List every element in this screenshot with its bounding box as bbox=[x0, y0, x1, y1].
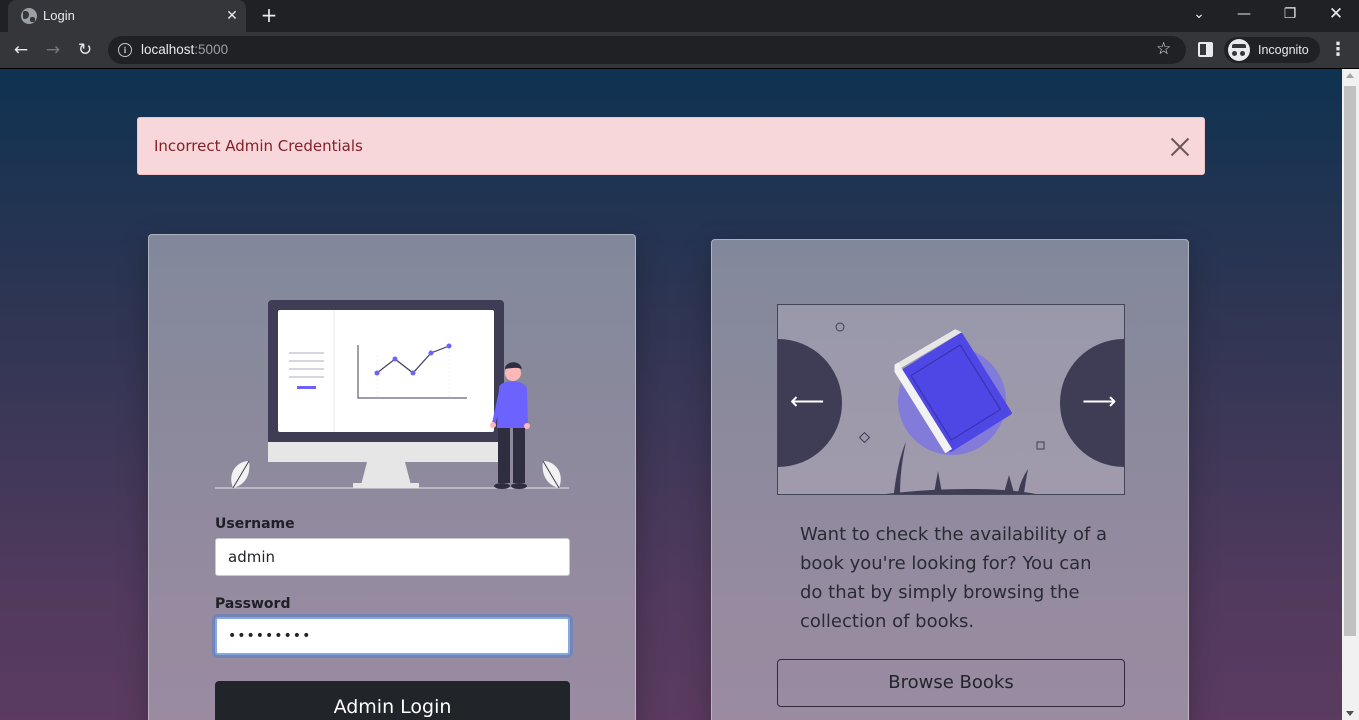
forward-icon[interactable]: → bbox=[39, 37, 67, 63]
browse-books-button[interactable]: Browse Books bbox=[777, 659, 1125, 707]
password-label: Password bbox=[215, 596, 291, 612]
dashboard-illustration bbox=[215, 300, 569, 489]
error-alert: Incorrect Admin Credentials bbox=[137, 117, 1205, 175]
browser-toolbar: ← → ↻ i localhost:5000 ☆ Incognito ⋮ bbox=[0, 32, 1359, 69]
incognito-label: Incognito bbox=[1258, 43, 1309, 57]
url-text[interactable]: localhost:5000 bbox=[141, 42, 228, 57]
restore-icon[interactable]: ❐ bbox=[1267, 0, 1313, 30]
book-illustration bbox=[835, 322, 1045, 494]
side-panel-icon[interactable] bbox=[1198, 42, 1213, 57]
new-tab-icon[interactable]: + bbox=[258, 4, 280, 26]
username-input[interactable]: admin bbox=[215, 538, 570, 576]
bookmark-star-icon[interactable]: ☆ bbox=[1156, 39, 1171, 59]
close-tab-icon[interactable]: ✕ bbox=[222, 6, 242, 26]
page-scrollbar[interactable] bbox=[1342, 69, 1359, 720]
page-viewport: Incorrect Admin Credentials Username adm… bbox=[0, 69, 1342, 720]
scrollbar-thumb[interactable] bbox=[1344, 86, 1356, 636]
reload-icon[interactable]: ↻ bbox=[71, 37, 99, 63]
username-label: Username bbox=[215, 516, 295, 532]
close-window-icon[interactable]: ✕ bbox=[1313, 0, 1359, 30]
incognito-indicator[interactable]: Incognito bbox=[1224, 37, 1320, 63]
tab-search-icon[interactable]: ⌄ bbox=[1176, 0, 1222, 30]
login-card: Username admin Password ••••••••• Admin … bbox=[148, 234, 636, 720]
admin-login-button[interactable]: Admin Login bbox=[215, 681, 570, 720]
tab-title: Login bbox=[43, 8, 75, 23]
scroll-down-arrow-icon[interactable] bbox=[1346, 711, 1354, 716]
browser-tab-bar: Login ✕ + ⌄ — ❐ ✕ bbox=[0, 0, 1359, 32]
minimize-icon[interactable]: — bbox=[1221, 0, 1267, 30]
browser-tab[interactable]: Login ✕ bbox=[8, 0, 246, 32]
browser-menu-icon[interactable]: ⋮ bbox=[1328, 36, 1348, 64]
book-carousel: ⟵ ⟶ bbox=[777, 304, 1125, 495]
site-info-icon[interactable]: i bbox=[118, 43, 132, 57]
close-icon[interactable] bbox=[1170, 137, 1190, 157]
incognito-icon bbox=[1228, 39, 1250, 61]
password-input[interactable]: ••••••••• bbox=[215, 617, 570, 655]
address-bar[interactable]: i localhost:5000 ☆ bbox=[108, 36, 1186, 64]
alert-message: Incorrect Admin Credentials bbox=[154, 137, 363, 155]
back-icon[interactable]: ← bbox=[7, 37, 35, 63]
scroll-up-arrow-icon[interactable] bbox=[1346, 73, 1354, 78]
promo-text: Want to check the availability of a book… bbox=[800, 524, 1108, 632]
globe-icon bbox=[21, 8, 37, 24]
browse-card: ⟵ ⟶ Want to check the availability of a … bbox=[711, 239, 1189, 720]
